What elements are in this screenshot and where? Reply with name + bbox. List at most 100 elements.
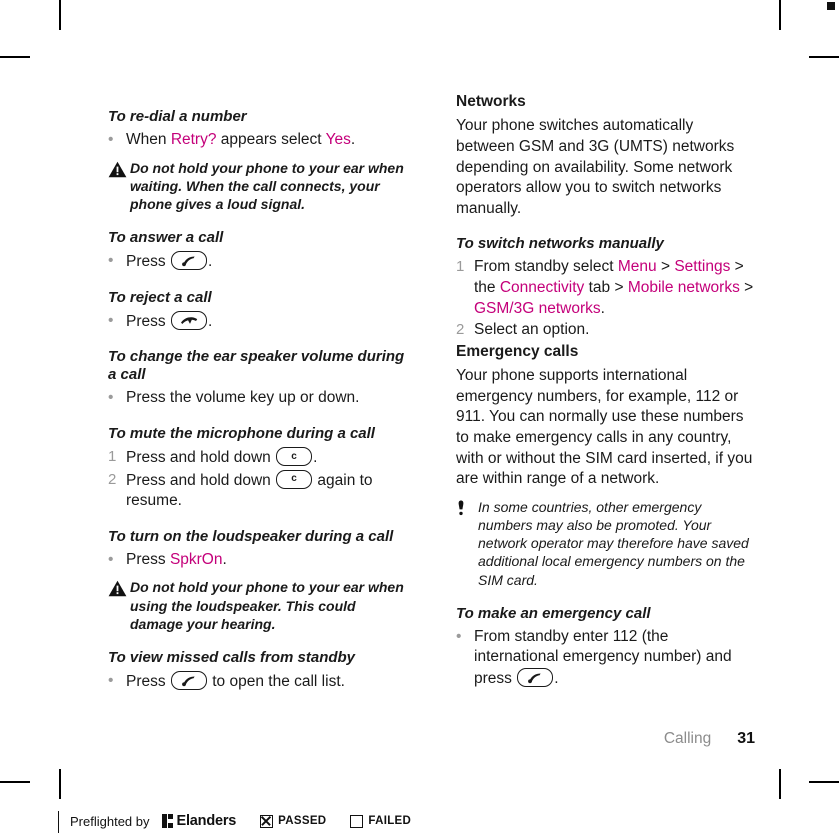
footer-chapter-name: Calling: [663, 730, 712, 747]
heading-answer-call: To answer a call: [108, 229, 224, 247]
bullet-icon: •: [108, 550, 114, 568]
text-run: tab >: [584, 279, 628, 297]
warning-triangle-icon: [108, 159, 130, 183]
step-switch-networks-1-text: From standby select Menu > Settings > th…: [474, 257, 756, 319]
heading-switch-networks: To switch networks manually: [456, 235, 664, 253]
step-mute-2: 2 Press and hold down c again to resume.: [108, 469, 408, 512]
ui-term: Menu: [617, 258, 657, 276]
preflight-label: Preflighted by: [70, 813, 150, 829]
heading-missed-calls: To view missed calls from standby: [108, 649, 356, 666]
note-redial-warning: Do not hold your phone to your ear when …: [108, 159, 408, 214]
call-key-icon: [170, 671, 207, 690]
call-key-glyph: [172, 252, 206, 269]
step-loudspeaker: • Press SpkrOn.: [108, 550, 408, 571]
ui-term: GSM/3G networks: [474, 299, 601, 317]
text-run: .: [313, 449, 318, 466]
step-reject-call: • Press .: [108, 310, 408, 333]
text-run: .: [554, 670, 559, 688]
step-make-emergency-call: • From standby enter 112 (the internation…: [456, 627, 756, 690]
list-number: 2: [456, 321, 465, 339]
bullet-icon: •: [108, 131, 114, 148]
step-redial: • When Retry? appears select Yes.: [108, 130, 408, 151]
end-call-key-icon: [170, 310, 207, 330]
text-run: Select an option.: [474, 321, 590, 339]
text-run: to open the call list.: [207, 673, 345, 690]
ui-term: Settings: [674, 258, 731, 276]
bullet-icon: •: [108, 311, 114, 329]
failed-checkbox-icon: [350, 814, 364, 828]
ui-term: Mobile networks: [627, 279, 740, 297]
clear-key-glyph: c: [291, 473, 297, 485]
bullet-icon: •: [108, 672, 114, 689]
text-run: Press and hold down: [126, 471, 276, 489]
note-loudspeaker-warning: Do not hold your phone to your ear when …: [108, 578, 408, 633]
text-run: .: [600, 299, 605, 317]
step-ear-speaker-volume-text: Press the volume key up or down.: [126, 388, 408, 409]
heading-ear-speaker-volume: To change the ear speaker volume during …: [108, 348, 405, 384]
step-missed-calls: • Press to open the call list.: [108, 671, 408, 693]
step-mute-1-text: Press and hold down c.: [126, 447, 408, 469]
text-run: From standby select: [474, 258, 618, 276]
step-redial-text: When Retry? appears select Yes.: [126, 130, 408, 151]
heading-redial: To re-dial a number: [108, 108, 247, 125]
step-loudspeaker-text: Press SpkrOn.: [126, 550, 408, 571]
footer-page-number: 31: [737, 730, 755, 747]
list-number: 1: [456, 258, 465, 276]
step-switch-networks-2: 2 Select an option.: [456, 320, 756, 341]
text-run: Press and hold down: [126, 449, 276, 466]
ui-term: Yes: [325, 131, 351, 148]
list-number: 1: [108, 448, 117, 465]
step-make-emergency-call-text: From standby enter 112 (the internationa…: [474, 627, 756, 690]
call-key-icon: [517, 668, 554, 688]
heading-emergency-calls: Emergency calls: [456, 342, 579, 360]
end-call-key-glyph: [172, 312, 206, 329]
clear-key-icon: c: [276, 447, 313, 466]
bullet-icon: •: [456, 627, 462, 645]
printed-manual-page: To re-dial a number • When Retry? appears …: [0, 0, 839, 839]
heading-make-emergency-call: To make an emergency call: [456, 604, 651, 622]
text-run: Press the volume key up or down.: [126, 389, 360, 407]
step-switch-networks-1: 1 From standby select Menu > Settings > t…: [456, 257, 756, 319]
clear-key-glyph: c: [291, 450, 297, 462]
elanders-mark-icon: [161, 814, 173, 828]
text-run: Press: [126, 312, 170, 330]
passed-label: PASSED: [278, 815, 327, 827]
paragraph-emergency-calls: Your phone supports international emerge…: [456, 367, 753, 488]
elanders-brand-text: Elanders: [176, 813, 237, 829]
text-run: appears select: [216, 131, 326, 148]
call-key-glyph: [518, 669, 552, 686]
failed-label: FAILED: [368, 815, 412, 827]
step-answer-call-text: Press .: [126, 251, 408, 273]
page-content: To re-dial a number • When Retry? appears …: [0, 0, 839, 839]
text-run: .: [207, 312, 213, 330]
text-run: .: [207, 253, 213, 271]
page-footer: Calling 31: [0, 730, 839, 758]
step-answer-call: • Press .: [108, 251, 408, 273]
right-text-column: Networks Your phone switches automaticall…: [456, 92, 756, 691]
ui-term: Retry?: [170, 131, 217, 148]
text-run: Press: [126, 550, 170, 568]
bullet-icon: •: [108, 389, 114, 407]
passed-checkbox-icon: [260, 814, 274, 828]
step-missed-calls-text: Press to open the call list.: [126, 671, 408, 693]
left-text-column: To re-dial a number • When Retry? appears …: [108, 92, 408, 694]
text-run: Press: [126, 673, 170, 690]
heading-loudspeaker: To turn on the loudspeaker during a call: [108, 527, 394, 545]
elanders-logo: Elanders: [161, 813, 237, 829]
paragraph-networks: Your phone switches automatically betwee…: [456, 117, 735, 217]
step-reject-call-text: Press .: [126, 310, 408, 333]
text-run: Press: [126, 253, 170, 271]
call-key-glyph: [172, 672, 206, 689]
step-switch-networks-2-text: Select an option.: [474, 320, 756, 341]
text-run: .: [350, 131, 356, 148]
preflight-bar: Preflighted by Elanders PASSED FAILED: [0, 804, 839, 839]
clear-key-icon: c: [276, 469, 313, 489]
step-mute-1: 1 Press and hold down c.: [108, 447, 408, 469]
ui-term: SpkrOn: [169, 550, 223, 568]
warning-triangle-icon: [108, 578, 130, 602]
note-loudspeaker-warning-text: Do not hold your phone to your ear when …: [130, 579, 404, 632]
preflight-failed: FAILED: [350, 814, 412, 828]
text-run: >: [656, 258, 675, 276]
note-redial-warning-text: Do not hold your phone to your ear when …: [130, 159, 404, 212]
text-run: When: [126, 131, 171, 148]
